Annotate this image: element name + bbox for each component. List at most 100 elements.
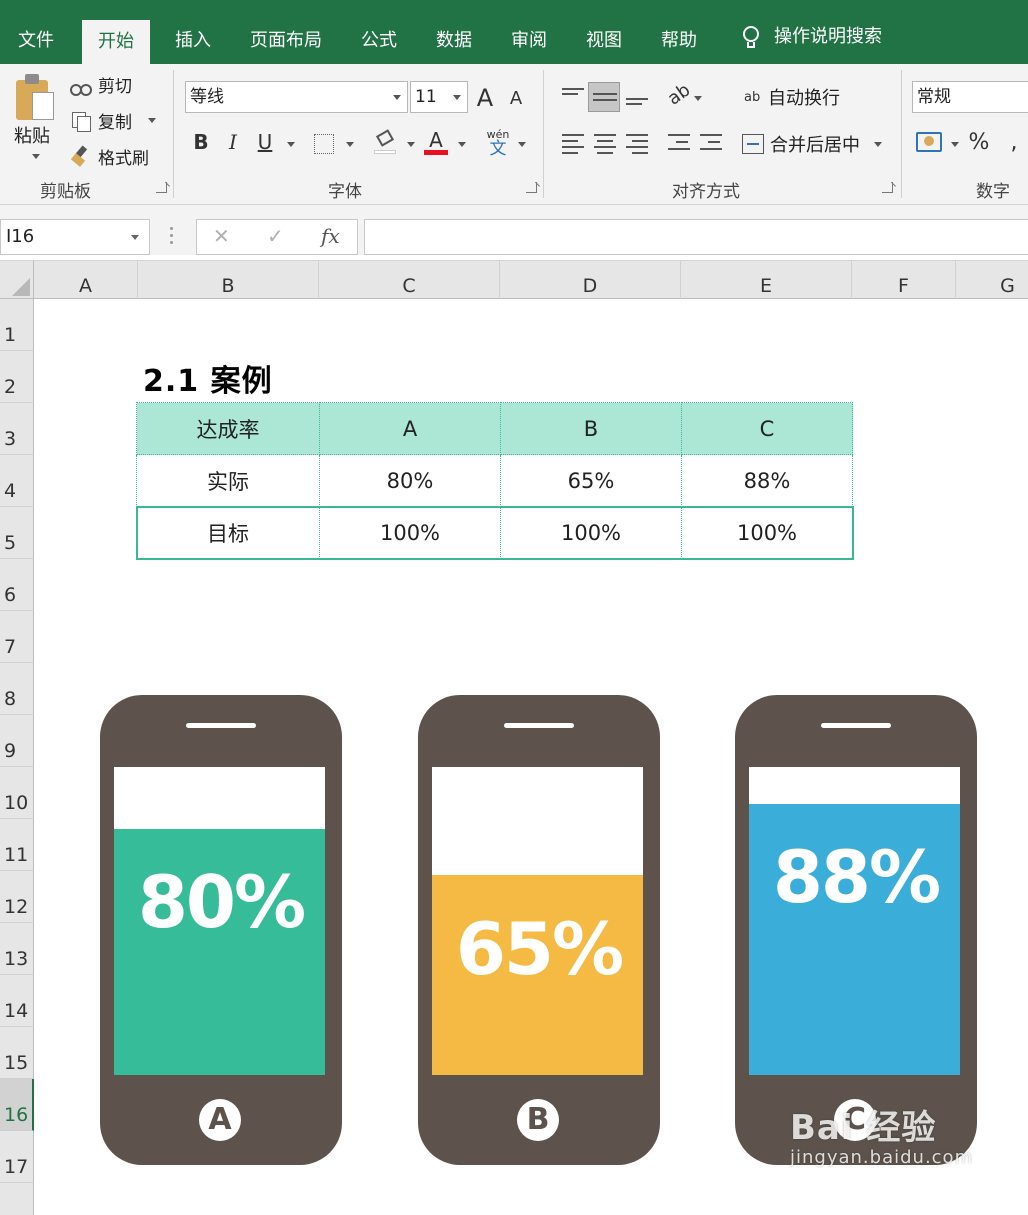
column-header-e[interactable]: E xyxy=(681,261,852,299)
table-cell[interactable]: 65% xyxy=(500,454,682,507)
row-header[interactable]: 13 xyxy=(0,923,34,975)
table-cell[interactable]: 100% xyxy=(681,506,853,559)
table-cell[interactable]: A xyxy=(319,402,501,455)
column-header-d[interactable]: D xyxy=(500,261,681,299)
row-header[interactable]: 8 xyxy=(0,663,34,715)
tab-help[interactable]: 帮助 xyxy=(657,8,701,64)
column-header-g[interactable]: G xyxy=(956,261,1028,299)
column-header-c[interactable]: C xyxy=(319,261,500,299)
tab-insert[interactable]: 插入 xyxy=(171,8,215,64)
increase-indent-icon[interactable] xyxy=(698,132,724,154)
table-cell[interactable]: B xyxy=(500,402,682,455)
row-header[interactable]: 9 xyxy=(0,715,34,767)
tab-page-layout[interactable]: 页面布局 xyxy=(246,8,326,64)
orientation-icon[interactable]: ab xyxy=(662,78,695,110)
row-header[interactable]: 14 xyxy=(0,975,34,1027)
percent-button[interactable]: % xyxy=(966,130,992,155)
tab-data[interactable]: 数据 xyxy=(432,8,476,64)
row-header[interactable]: 6 xyxy=(0,559,34,611)
phonetic-dropdown-icon[interactable] xyxy=(518,142,526,147)
row-header[interactable]: 17 xyxy=(0,1131,34,1183)
sheet-title[interactable]: 2.1 案例 xyxy=(143,356,273,400)
row-header[interactable]: 15 xyxy=(0,1027,34,1079)
merge-center-button[interactable]: 合并后居中 xyxy=(742,131,860,157)
table-cell[interactable]: C xyxy=(681,402,853,455)
align-bottom-icon[interactable] xyxy=(624,86,650,108)
fill-color-dropdown-icon[interactable] xyxy=(407,142,415,147)
align-center-icon[interactable] xyxy=(592,132,618,154)
formula-bar-grip-icon[interactable] xyxy=(170,227,174,245)
enter-icon[interactable]: ✓ xyxy=(267,224,284,248)
row-header[interactable]: 12 xyxy=(0,871,34,923)
table-cell[interactable]: 目标 xyxy=(136,506,320,559)
alignment-launcher-icon[interactable] xyxy=(882,182,893,193)
row-header[interactable]: 3 xyxy=(0,403,34,455)
tab-view[interactable]: 视图 xyxy=(582,8,626,64)
row-header-active[interactable]: 16 xyxy=(0,1079,34,1131)
font-launcher-icon[interactable] xyxy=(526,182,537,193)
font-color-button[interactable]: A xyxy=(424,128,448,156)
row-header[interactable]: 10 xyxy=(0,767,34,819)
copy-label: 复制 xyxy=(98,113,132,133)
tab-file[interactable]: 文件 xyxy=(14,8,58,64)
italic-button[interactable]: I xyxy=(220,130,246,154)
copy-button[interactable]: 复制 xyxy=(70,108,156,133)
row-header[interactable]: 2 xyxy=(0,351,34,403)
underline-dropdown-icon[interactable] xyxy=(287,142,295,147)
number-format-select[interactable]: 常规 xyxy=(912,81,1028,113)
row-header[interactable]: 7 xyxy=(0,611,34,663)
orientation-dropdown-icon[interactable] xyxy=(694,96,702,101)
format-painter-button[interactable]: 格式刷 xyxy=(70,144,149,169)
bold-button[interactable]: B xyxy=(188,130,214,154)
borders-dropdown-icon[interactable] xyxy=(346,142,354,147)
phone-chart-b[interactable]: 65% B xyxy=(418,695,660,1165)
currency-icon[interactable] xyxy=(916,132,942,152)
grow-font-button[interactable]: A xyxy=(472,84,498,112)
cancel-icon[interactable]: ✕ xyxy=(213,224,230,248)
font-size-select[interactable]: 11 xyxy=(410,81,468,113)
column-header-a[interactable]: A xyxy=(34,261,138,299)
paste-dropdown-icon[interactable] xyxy=(32,154,40,159)
row-header[interactable]: 4 xyxy=(0,455,34,507)
align-right-icon[interactable] xyxy=(624,132,650,154)
select-all-button[interactable] xyxy=(0,261,34,299)
comma-button[interactable]: , xyxy=(1004,130,1024,155)
row-header[interactable]: 11 xyxy=(0,819,34,871)
tell-me-search[interactable]: 操作说明搜索 xyxy=(736,10,886,64)
shrink-font-button[interactable]: A xyxy=(503,88,529,109)
tab-formulas[interactable]: 公式 xyxy=(357,8,401,64)
underline-button[interactable]: U xyxy=(252,130,278,154)
font-family-select[interactable]: 等线 xyxy=(185,81,408,113)
row-header[interactable]: 1 xyxy=(0,299,34,351)
insert-function-icon[interactable]: fx xyxy=(321,224,340,248)
clipboard-launcher-icon[interactable] xyxy=(156,182,167,193)
copy-dropdown-icon[interactable] xyxy=(148,118,156,123)
table-cell[interactable]: 80% xyxy=(319,454,501,507)
row-header[interactable]: 5 xyxy=(0,507,34,559)
fill-color-button[interactable] xyxy=(374,129,396,154)
align-left-icon[interactable] xyxy=(560,132,586,154)
align-top-icon[interactable] xyxy=(560,86,586,108)
borders-icon[interactable] xyxy=(314,134,334,154)
table-cell[interactable]: 达成率 xyxy=(136,402,320,455)
column-header-f[interactable]: F xyxy=(852,261,956,299)
phonetic-button[interactable]: wén 文 xyxy=(486,128,510,158)
name-box[interactable]: I16 xyxy=(0,219,150,255)
table-cell[interactable]: 实际 xyxy=(136,454,320,507)
phone-chart-c[interactable]: 88% C xyxy=(735,695,977,1165)
tab-review[interactable]: 审阅 xyxy=(507,8,551,64)
decrease-indent-icon[interactable] xyxy=(666,132,692,154)
table-cell[interactable]: 88% xyxy=(681,454,853,507)
currency-dropdown-icon[interactable] xyxy=(951,142,959,147)
font-color-dropdown-icon[interactable] xyxy=(458,142,466,147)
tab-home[interactable]: 开始 xyxy=(82,20,150,64)
wrap-text-button[interactable]: ab 自动换行 xyxy=(744,84,840,110)
phone-chart-a[interactable]: 80% A xyxy=(100,695,342,1165)
column-header-b[interactable]: B xyxy=(138,261,319,299)
merge-dropdown-icon[interactable] xyxy=(874,142,882,147)
table-cell[interactable]: 100% xyxy=(319,506,501,559)
table-cell[interactable]: 100% xyxy=(500,506,682,559)
formula-input[interactable] xyxy=(364,219,1028,255)
cut-button[interactable]: 剪切 xyxy=(70,72,132,97)
align-middle-icon[interactable] xyxy=(588,82,620,112)
